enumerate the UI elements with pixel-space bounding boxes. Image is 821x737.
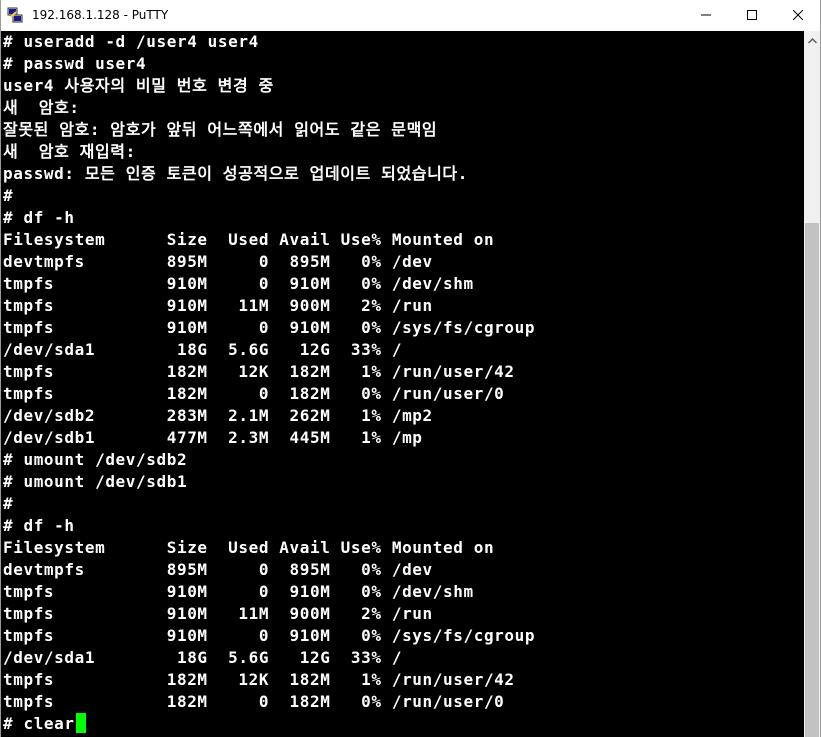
df-header-line: Filesystem Size Used Avail Use% Mounted …: [3, 538, 495, 557]
terminal-line: # passwd user4: [3, 54, 147, 73]
terminal-line: 새 암호:: [3, 98, 80, 117]
df-row: tmpfs 910M 0 910M 0% /dev/shm: [3, 274, 474, 293]
text-cursor: [75, 713, 86, 733]
close-button[interactable]: [775, 0, 820, 31]
df-row: tmpfs 910M 0 910M 0% /sys/fs/cgroup: [3, 626, 536, 645]
df-row: devtmpfs 895M 0 895M 0% /dev: [3, 560, 433, 579]
putty-window: 192.168.1.128 - PuTTY # useradd -d /user…: [0, 0, 821, 737]
df-row: tmpfs 910M 0 910M 0% /dev/shm: [3, 582, 474, 601]
current-command: # clear: [3, 714, 75, 733]
df-row: tmpfs 182M 12K 182M 1% /run/user/42: [3, 670, 515, 689]
df-row: /dev/sdb1 477M 2.3M 445M 1% /mp: [3, 428, 423, 447]
df-row: tmpfs 182M 0 182M 0% /run/user/0: [3, 692, 505, 711]
terminal-line: passwd: 모든 인증 토큰이 성공적으로 업데이트 되었습니다.: [3, 164, 468, 183]
scroll-up-button[interactable]: [804, 31, 820, 48]
maximize-button[interactable]: [729, 0, 775, 31]
df-row: tmpfs 182M 12K 182M 1% /run/user/42: [3, 362, 515, 381]
terminal-line: # df -h: [3, 208, 75, 227]
terminal-screen[interactable]: # useradd -d /user4 user4 # passwd user4…: [1, 31, 804, 737]
putty-icon[interactable]: [7, 7, 23, 23]
terminal-line: 잘못된 암호: 암호가 앞뒤 어느쪽에서 읽어도 같은 문맥임: [3, 120, 438, 139]
df-header-line: Filesystem Size Used Avail Use% Mounted …: [3, 230, 495, 249]
minimize-icon: [701, 9, 711, 23]
maximize-icon: [747, 9, 757, 23]
df-row: tmpfs 910M 11M 900M 2% /run: [3, 296, 433, 315]
close-icon: [792, 9, 804, 23]
df-row: /dev/sdb2 283M 2.1M 262M 1% /mp2: [3, 406, 433, 425]
vertical-scrollbar[interactable]: [804, 31, 820, 737]
minimize-button[interactable]: [683, 0, 729, 31]
terminal-line: # df -h: [3, 516, 75, 535]
df-row: tmpfs 182M 0 182M 0% /run/user/0: [3, 384, 505, 403]
terminal-line: 새 암호 재입력:: [3, 142, 136, 161]
terminal-line: user4 사용자의 비밀 번호 변경 중: [3, 76, 274, 95]
terminal-line: # umount /dev/sdb1: [3, 472, 188, 491]
df-row: /dev/sda1 18G 5.6G 12G 33% /: [3, 340, 403, 359]
terminal-line: #: [3, 186, 14, 205]
df-row: tmpfs 910M 0 910M 0% /sys/fs/cgroup: [3, 318, 536, 337]
prompt-line[interactable]: # clear: [3, 713, 86, 735]
terminal-line: # useradd -d /user4 user4: [3, 32, 259, 51]
terminal-line: # umount /dev/sdb2: [3, 450, 188, 469]
df-row: devtmpfs 895M 0 895M 0% /dev: [3, 252, 433, 271]
window-title: 192.168.1.128 - PuTTY: [32, 8, 169, 22]
scrollbar-thumb[interactable]: [805, 223, 819, 737]
df-row: tmpfs 910M 11M 900M 2% /run: [3, 604, 433, 623]
title-bar[interactable]: 192.168.1.128 - PuTTY: [1, 0, 820, 31]
df-row: /dev/sda1 18G 5.6G 12G 33% /: [3, 648, 403, 667]
chevron-up-icon: [807, 31, 817, 49]
terminal-line: #: [3, 494, 14, 513]
